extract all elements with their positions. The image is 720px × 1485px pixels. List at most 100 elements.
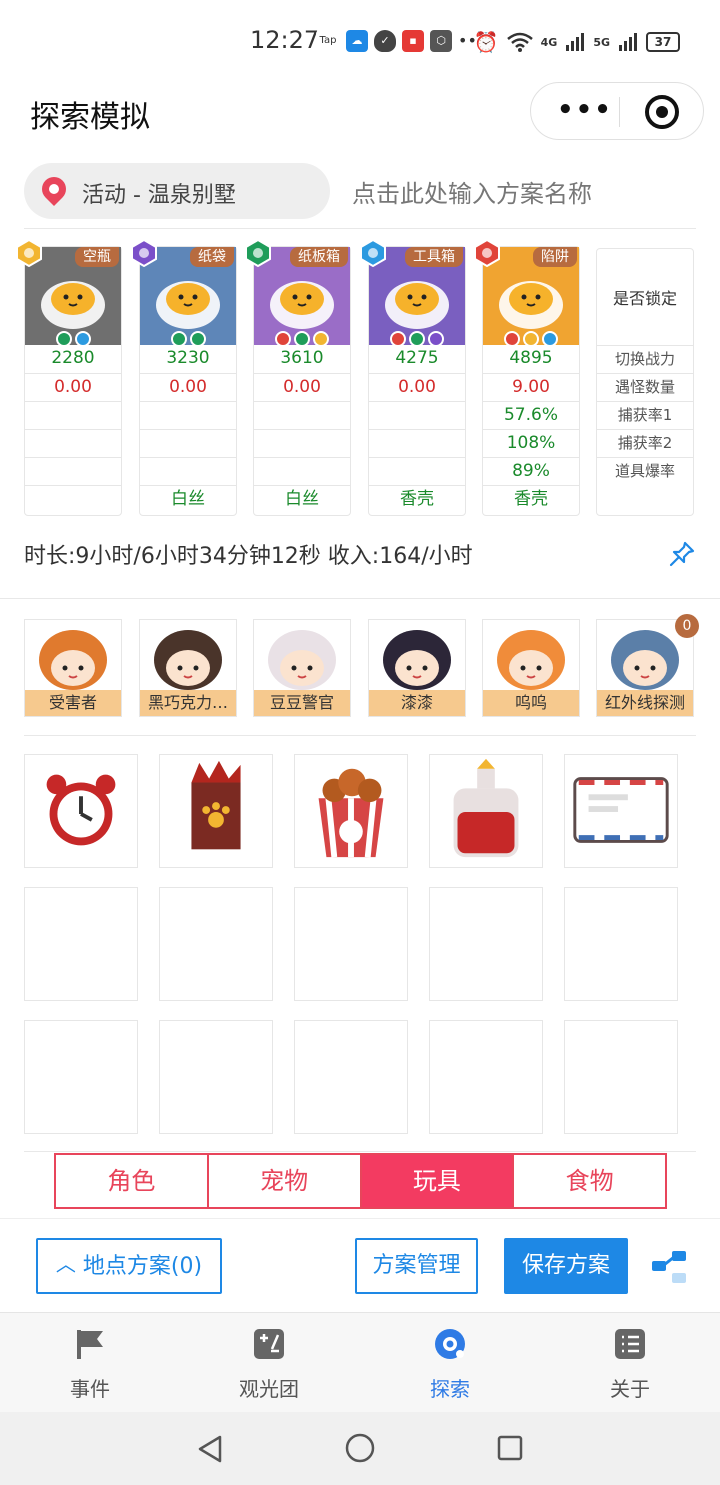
location-pin-icon (37, 172, 71, 206)
nav-explore[interactable]: 探索 (390, 1327, 510, 1402)
pet-type-tag: 陷阱 (533, 247, 577, 267)
save-plan-button[interactable]: 保存方案 (504, 1238, 628, 1294)
alarm-clock-icon (46, 774, 116, 846)
character-card[interactable]: 豆豆警官 (253, 619, 351, 717)
pet-power: 3230 (166, 348, 210, 368)
toy-slot[interactable] (429, 754, 543, 868)
pet-monster-count: 0.00 (254, 373, 350, 401)
divider (0, 598, 720, 599)
nav-about-label: 关于 (610, 1377, 650, 1401)
tab-characters[interactable]: 角色 (56, 1155, 209, 1207)
pet-capture-rate-2 (254, 429, 350, 457)
empty-toy-slot[interactable] (24, 1020, 138, 1134)
toy-slot[interactable] (159, 754, 273, 868)
pet-item: 白丝 (140, 485, 236, 513)
empty-toy-slot[interactable] (564, 1020, 678, 1134)
pet-column[interactable]: 纸板箱 3610 0.00 白丝 (245, 238, 351, 516)
plan-name-input[interactable]: 点击此处输入方案名称 (352, 174, 592, 209)
character-card[interactable]: 漆漆 (368, 619, 466, 717)
alarm-icon: ⏰ (473, 30, 499, 54)
location-plan-label: 地点方案(0) (82, 1254, 203, 1279)
4g-signal-icon (566, 33, 585, 51)
element-badge-icon (359, 238, 387, 268)
potion-bottle-icon (453, 758, 519, 858)
empty-toy-slot[interactable] (429, 1020, 543, 1134)
empty-toy-slot[interactable] (294, 887, 408, 1001)
pet-monster-count: 0.00 (140, 373, 236, 401)
nav-about[interactable]: 关于 (570, 1327, 690, 1402)
character-card[interactable]: 呜呜 (482, 619, 580, 717)
toy-slot[interactable] (24, 754, 138, 868)
recents-icon[interactable] (496, 1434, 524, 1462)
nav-events[interactable]: 事件 (30, 1327, 150, 1402)
pet-type-tag: 纸板箱 (290, 247, 348, 267)
pet-monster-count: 0.00 (369, 373, 465, 401)
5g-label: 5G (593, 35, 610, 49)
character-name: 呜呜 (483, 690, 579, 716)
close-target-icon[interactable] (645, 95, 679, 129)
label-drop-rate: 道具爆率 (597, 457, 693, 485)
pet-capture-rate-1 (369, 401, 465, 429)
tab-food[interactable]: 食物 (514, 1155, 665, 1207)
title-bar: 探索模拟 ••• (0, 80, 720, 144)
location-plan-button[interactable]: ︿ 地点方案(0) (36, 1238, 222, 1294)
home-icon[interactable] (344, 1432, 376, 1464)
system-navigation-bar (0, 1412, 720, 1485)
pushpin-icon[interactable] (668, 540, 696, 568)
character-name: 漆漆 (369, 690, 465, 716)
status-time: 12:27 (250, 26, 320, 54)
lock-title[interactable]: 是否锁定 (597, 285, 693, 309)
empty-toy-slot[interactable] (429, 887, 543, 1001)
plan-manage-button[interactable]: 方案管理 (355, 1238, 478, 1294)
more-menu-button[interactable]: ••• (557, 97, 613, 123)
pet-drop-rate (25, 457, 121, 485)
calculator-icon (254, 1329, 284, 1359)
character-card[interactable]: 红外线探测 0 (596, 614, 699, 717)
category-tabs: 角色 宠物 玩具 食物 (54, 1153, 667, 1209)
location-text: 活动 - 温泉别墅 (82, 183, 236, 208)
divider (24, 735, 696, 736)
pet-item: 香壳 (369, 485, 465, 513)
pet-capture-rate-2 (140, 429, 236, 457)
wifi-icon (506, 32, 533, 52)
pet-type-tag: 工具箱 (405, 247, 463, 267)
pet-column[interactable]: 陷阱 4895 9.00 57.6% 108% 89% 香壳 (474, 238, 580, 516)
label-monster-count: 遇怪数量 (597, 373, 693, 401)
pet-monster-count: 9.00 (483, 373, 579, 401)
status-right-icons: ⏰ 4G 5G 37 (474, 30, 680, 54)
empty-toy-slot[interactable] (159, 1020, 273, 1134)
pet-column[interactable]: 纸袋 3230 0.00 白丝 (131, 238, 237, 516)
character-card[interactable]: 黑巧克力… (139, 619, 237, 717)
5g-signal-icon (619, 33, 637, 51)
back-icon[interactable] (196, 1434, 224, 1464)
pet-capture-rate-2: 108% (483, 429, 579, 457)
character-portrait-icon (268, 630, 336, 690)
share-icon[interactable] (650, 1247, 690, 1287)
nav-tour-group[interactable]: 观光团 (209, 1327, 329, 1402)
location-selector[interactable]: 活动 - 温泉别墅 (24, 163, 330, 219)
empty-toy-slot[interactable] (294, 1020, 408, 1134)
status-bar: 12:27 Tap ☁ ✓ ▪ ⬡ ••• ⏰ 4G 5G 37 (0, 0, 720, 80)
empty-toy-slot[interactable] (24, 887, 138, 1001)
toy-slot[interactable] (564, 754, 678, 868)
envelope-icon (573, 777, 669, 843)
pet-capture-rate-1: 57.6% (483, 401, 579, 429)
label-capture-rate-1: 捕获率1 (597, 401, 693, 429)
chevron-up-icon: ︿ (55, 1252, 76, 1276)
flag-icon (77, 1330, 103, 1359)
tab-pets[interactable]: 宠物 (209, 1155, 362, 1207)
tab-toys[interactable]: 玩具 (361, 1155, 515, 1207)
empty-toy-slot[interactable] (564, 887, 678, 1001)
pet-drop-rate (369, 457, 465, 485)
element-badge-icon (15, 238, 43, 268)
nav-tour-group-label: 观光团 (239, 1377, 299, 1401)
pet-type-tag: 空瓶 (75, 247, 119, 267)
pet-drop-rate (254, 457, 350, 485)
nav-events-label: 事件 (70, 1377, 110, 1401)
pet-column[interactable]: 工具箱 4275 0.00 香壳 (360, 238, 466, 516)
pet-column[interactable]: 空瓶 2280 0.00 (16, 238, 122, 516)
pet-power: 4895 (509, 348, 553, 368)
toy-slot[interactable] (294, 754, 408, 868)
empty-toy-slot[interactable] (159, 887, 273, 1001)
character-card[interactable]: 受害者 (24, 619, 122, 717)
